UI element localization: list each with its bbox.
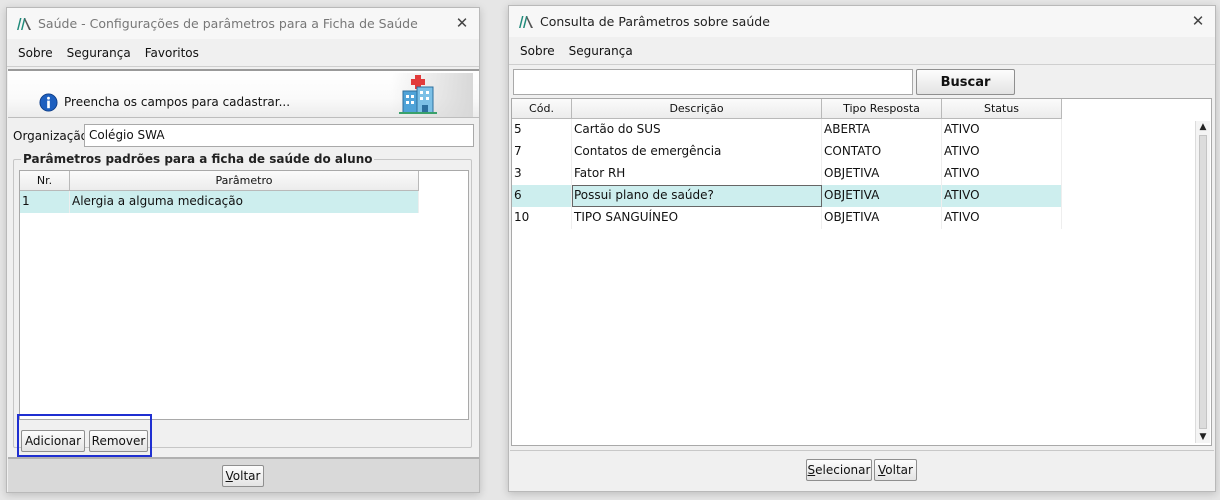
cell-tipo-resposta: OBJETIVA [822, 163, 942, 185]
right-window-title: Consulta de Parâmetros sobre saúde [540, 14, 770, 29]
table-row[interactable]: 6 Possui plano de saúde? OBJETIVA ATIVO [512, 185, 1211, 207]
column-header-status[interactable]: Status [942, 99, 1062, 119]
organization-label: Organização: [13, 129, 93, 143]
menu-sobre[interactable]: Sobre [11, 46, 60, 60]
table-row[interactable]: 3 Fator RH OBJETIVA ATIVO [512, 163, 1211, 185]
column-header-nr[interactable]: Nr. [20, 171, 70, 191]
group-title: Parâmetros padrões para a ficha de saúde… [21, 152, 375, 166]
table-body: 5 Cartão do SUS ABERTA ATIVO 7 Contatos de em… [512, 119, 1211, 229]
right-menubar: Sobre Segurança [509, 37, 1215, 65]
left-titlebar[interactable]: Saúde - Configurações de parâmetros para… [7, 8, 479, 39]
cell-tipo-resposta: ABERTA [822, 119, 942, 141]
cell-status: ATIVO [942, 141, 1062, 163]
right-bottom-bar: Selecionar Voltar [510, 450, 1214, 490]
table-row[interactable]: 10 TIPO SANGUÍNEO OBJETIVA ATIVO [512, 207, 1211, 229]
scroll-thumb[interactable] [1199, 135, 1207, 429]
back-label-rest: oltar [232, 468, 261, 483]
scroll-up-icon[interactable]: ▲ [1198, 122, 1208, 132]
cell-tipo-resposta: CONTATO [822, 141, 942, 163]
menu-favoritos[interactable]: Favoritos [138, 46, 206, 60]
cell-cod: 7 [512, 141, 572, 163]
select-button[interactable]: Selecionar [806, 459, 872, 481]
table-row[interactable]: 7 Contatos de emergência CONTATO ATIVO [512, 141, 1211, 163]
cell-descricao: Fator RH [572, 163, 822, 185]
cell-parametro: Alergia a alguma medicação [70, 191, 419, 213]
back-button-right[interactable]: Voltar [874, 459, 917, 481]
organization-field[interactable]: Colégio SWA [84, 124, 474, 147]
menu-seguranca[interactable]: Segurança [60, 46, 138, 60]
left-menubar: Sobre Segurança Favoritos [7, 39, 479, 67]
table-header: Nr. Parâmetro [20, 171, 468, 191]
parameters-query-table[interactable]: Cód. Descrição Tipo Resposta Status 5 Car… [511, 98, 1212, 446]
select-label-rest: elecionar [815, 462, 871, 477]
cell-status: ATIVO [942, 163, 1062, 185]
cell-nr: 1 [20, 191, 70, 213]
left-bottom-bar: Voltar [8, 457, 479, 492]
default-parameters-group: Parâmetros padrões para a ficha de saúde… [13, 152, 472, 452]
cell-descricao: Possui plano de saúde? [572, 185, 822, 207]
search-input[interactable] [513, 69, 913, 95]
parameters-table[interactable]: Nr. Parâmetro 1 Alergia a alguma medicaç… [19, 170, 469, 420]
menu-seguranca[interactable]: Segurança [562, 44, 640, 58]
close-icon[interactable]: ✕ [453, 14, 471, 32]
cell-tipo-resposta: OBJETIVA [822, 185, 942, 207]
cell-descricao: Contatos de emergência [572, 141, 822, 163]
search-button[interactable]: Buscar [916, 69, 1015, 95]
column-header-descricao[interactable]: Descrição [572, 99, 822, 119]
left-window-title: Saúde - Configurações de parâmetros para… [38, 16, 418, 31]
cell-descricao: Cartão do SUS [572, 119, 822, 141]
right-titlebar[interactable]: Consulta de Parâmetros sobre saúde ✕ [509, 6, 1215, 37]
back-accel-key: V [225, 468, 233, 483]
instruction-banner: Preencha os campos para cadastrar... [8, 69, 479, 118]
close-icon[interactable]: ✕ [1189, 12, 1207, 30]
health-parameters-config-window: Saúde - Configurações de parâmetros para… [6, 7, 480, 493]
table-row[interactable]: 1 Alergia a alguma medicação [20, 191, 468, 213]
cell-status: ATIVO [942, 185, 1062, 207]
app-logo-icon [519, 15, 533, 28]
back-label-rest: oltar [885, 462, 913, 477]
back-button-left[interactable]: Voltar [222, 465, 264, 487]
info-icon [39, 93, 58, 112]
cell-status: ATIVO [942, 207, 1062, 229]
hospital-icon [399, 75, 437, 114]
column-header-parametro[interactable]: Parâmetro [70, 171, 419, 191]
app-logo-icon [17, 17, 31, 30]
scroll-down-icon[interactable]: ▼ [1198, 432, 1208, 442]
cell-cod: 6 [512, 185, 572, 207]
highlighted-action-buttons [17, 414, 152, 457]
column-header-cod[interactable]: Cód. [512, 99, 572, 119]
menu-sobre[interactable]: Sobre [513, 44, 562, 58]
cell-cod: 10 [512, 207, 572, 229]
cell-descricao: TIPO SANGUÍNEO [572, 207, 822, 229]
cell-status: ATIVO [942, 119, 1062, 141]
banner-text: Preencha os campos para cadastrar... [64, 95, 291, 109]
vertical-scrollbar[interactable]: ▲ ▼ [1195, 121, 1210, 443]
column-header-tipo-resposta[interactable]: Tipo Resposta [822, 99, 942, 119]
table-row[interactable]: 5 Cartão do SUS ABERTA ATIVO [512, 119, 1211, 141]
health-parameters-query-window: Consulta de Parâmetros sobre saúde ✕ Sob… [508, 5, 1216, 492]
cell-cod: 3 [512, 163, 572, 185]
cell-cod: 5 [512, 119, 572, 141]
table-header: Cód. Descrição Tipo Resposta Status [512, 99, 1211, 119]
cell-tipo-resposta: OBJETIVA [822, 207, 942, 229]
